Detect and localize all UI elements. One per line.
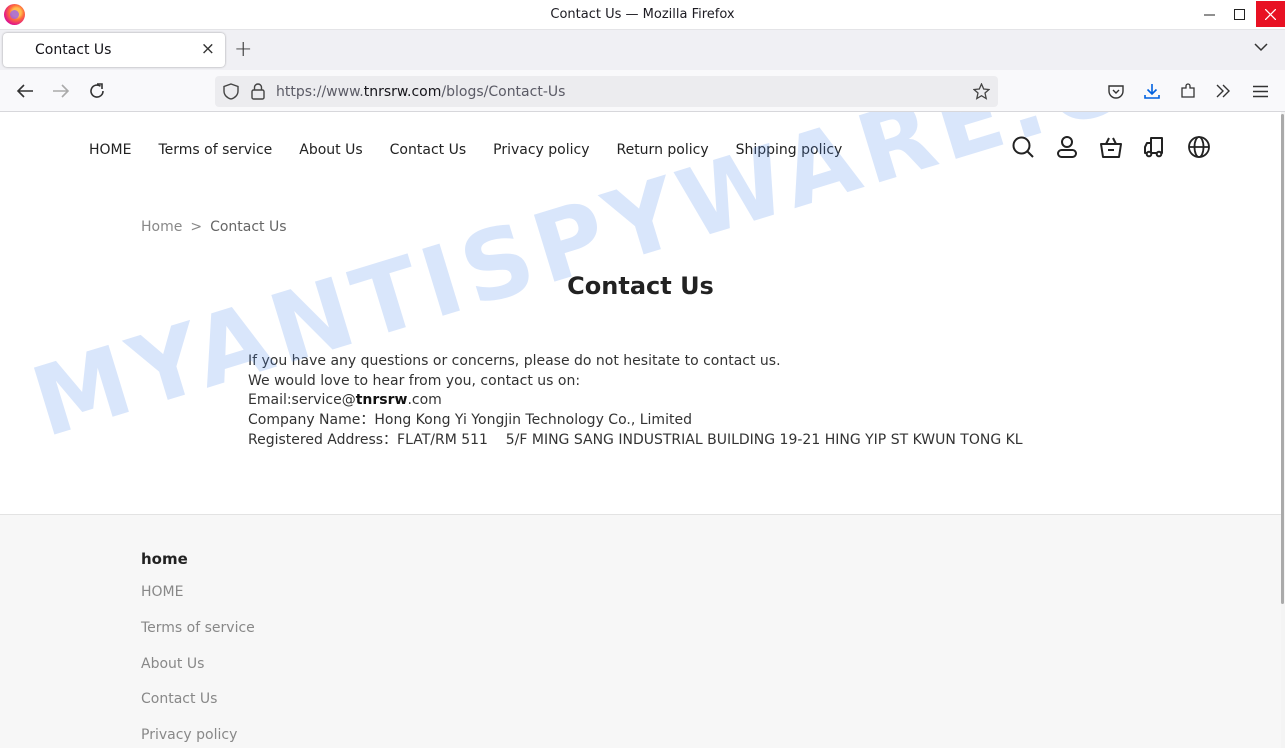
email-label: Email:service@: [248, 392, 356, 409]
back-arrow-icon: [16, 84, 33, 98]
intro-line: If you have any questions or concerns, p…: [248, 353, 781, 369]
email-tld: .com: [407, 392, 442, 409]
nav-privacy-policy[interactable]: Privacy policy: [493, 142, 589, 158]
navigation-toolbar: https://www.tnrsrw.com/blogs/Contact-Us: [0, 70, 1285, 112]
new-tab-button[interactable]: +: [234, 37, 252, 62]
email-domain: tnrsrw: [355, 392, 408, 409]
nav-shipping-policy[interactable]: Shipping policy: [736, 142, 843, 158]
forward-arrow-icon: [53, 84, 70, 98]
minimize-button[interactable]: [1192, 0, 1226, 28]
site-footer: home HOME Terms of service About Us Cont…: [0, 514, 1281, 748]
account-button[interactable]: [1055, 134, 1079, 160]
page-scrollbar[interactable]: [1281, 112, 1285, 748]
breadcrumb: Home > Contact Us: [141, 219, 287, 235]
url-text[interactable]: https://www.tnrsrw.com/blogs/Contact-Us: [276, 84, 565, 100]
extensions-button[interactable]: [1177, 80, 1199, 102]
lock-icon[interactable]: [251, 83, 265, 100]
nav-contact-us[interactable]: Contact Us: [390, 142, 466, 158]
footer-links: HOME Terms of service About Us Contact U…: [141, 584, 255, 748]
pocket-icon: [1108, 84, 1124, 99]
breadcrumb-home[interactable]: Home: [141, 219, 182, 235]
search-icon: [1012, 136, 1034, 158]
footer-heading: home: [141, 550, 188, 568]
download-icon: [1144, 83, 1160, 99]
maximize-icon: [1233, 8, 1245, 20]
language-button[interactable]: [1187, 134, 1211, 160]
pocket-button[interactable]: [1105, 80, 1127, 102]
chevron-down-icon[interactable]: [1254, 40, 1268, 54]
email-line: Email:service@tnrsrw.com: [248, 391, 1038, 411]
forward-button[interactable]: [50, 80, 72, 102]
url-prefix: https://www.: [276, 84, 364, 100]
reload-icon: [90, 83, 104, 98]
breadcrumb-current: Contact Us: [210, 219, 287, 235]
nav-home[interactable]: HOME: [89, 142, 131, 158]
web-page: HOME Terms of service About Us Contact U…: [0, 112, 1281, 748]
app-menu-button[interactable]: [1249, 80, 1271, 102]
maximize-button[interactable]: [1222, 0, 1256, 28]
window-titlebar: Contact Us — Mozilla Firefox: [0, 0, 1285, 30]
back-button[interactable]: [14, 80, 36, 102]
nav-about-us[interactable]: About Us: [299, 142, 362, 158]
footer-link-terms-of-service[interactable]: Terms of service: [141, 620, 255, 656]
nav-terms-of-service[interactable]: Terms of service: [158, 142, 272, 158]
puzzle-extension-icon: [1181, 83, 1195, 98]
breadcrumb-separator: >: [190, 219, 203, 235]
window-title: Contact Us — Mozilla Firefox: [550, 7, 735, 22]
footer-link-home[interactable]: HOME: [141, 584, 255, 620]
contact-content: If you have any questions or concerns, p…: [248, 352, 1038, 451]
contact-line: We would love to hear from you, contact …: [248, 372, 581, 389]
registered-address: Registered Address：FLAT/RM 511 5/F MING …: [248, 431, 1023, 448]
user-icon: [1057, 136, 1077, 158]
minimize-icon: [1203, 14, 1215, 15]
address-bar[interactable]: https://www.tnrsrw.com/blogs/Contact-Us: [215, 76, 998, 107]
tab-close-icon[interactable]: ×: [201, 39, 215, 59]
globe-icon: [1188, 136, 1210, 158]
reload-button[interactable]: [86, 80, 108, 102]
double-chevron-right-icon: [1216, 84, 1230, 98]
site-navigation: HOME Terms of service About Us Contact U…: [89, 142, 869, 158]
more-tools-button[interactable]: [1212, 80, 1234, 102]
shopping-basket-icon: [1100, 137, 1122, 158]
hamburger-menu-icon: [1252, 85, 1268, 97]
shield-icon[interactable]: [223, 83, 239, 100]
cart-button[interactable]: [1099, 134, 1123, 160]
order-tracking-button[interactable]: [1143, 134, 1167, 160]
url-path: /blogs/Contact-Us: [441, 84, 566, 100]
scrollbar-thumb[interactable]: [1281, 114, 1284, 604]
header-icons: [1011, 134, 1231, 160]
footer-link-about-us[interactable]: About Us: [141, 656, 255, 692]
close-icon: [1265, 8, 1276, 20]
company-name: Company Name：Hong Kong Yi Yongjin Techno…: [248, 412, 692, 429]
delivery-truck-icon: [1144, 137, 1163, 158]
close-window-button[interactable]: [1256, 1, 1285, 27]
page-title: Contact Us: [567, 272, 714, 300]
tab-strip: Contact Us × +: [0, 30, 1285, 70]
nav-return-policy[interactable]: Return policy: [616, 142, 708, 158]
tab-contact-us[interactable]: Contact Us ×: [3, 33, 225, 67]
tab-label: Contact Us: [35, 42, 112, 58]
search-button[interactable]: [1011, 134, 1035, 160]
star-bookmark-icon[interactable]: [973, 83, 990, 100]
url-domain: tnrsrw.com: [363, 84, 442, 100]
footer-link-privacy-policy[interactable]: Privacy policy: [141, 727, 255, 748]
downloads-button[interactable]: [1141, 80, 1163, 102]
footer-link-contact-us[interactable]: Contact Us: [141, 691, 255, 727]
